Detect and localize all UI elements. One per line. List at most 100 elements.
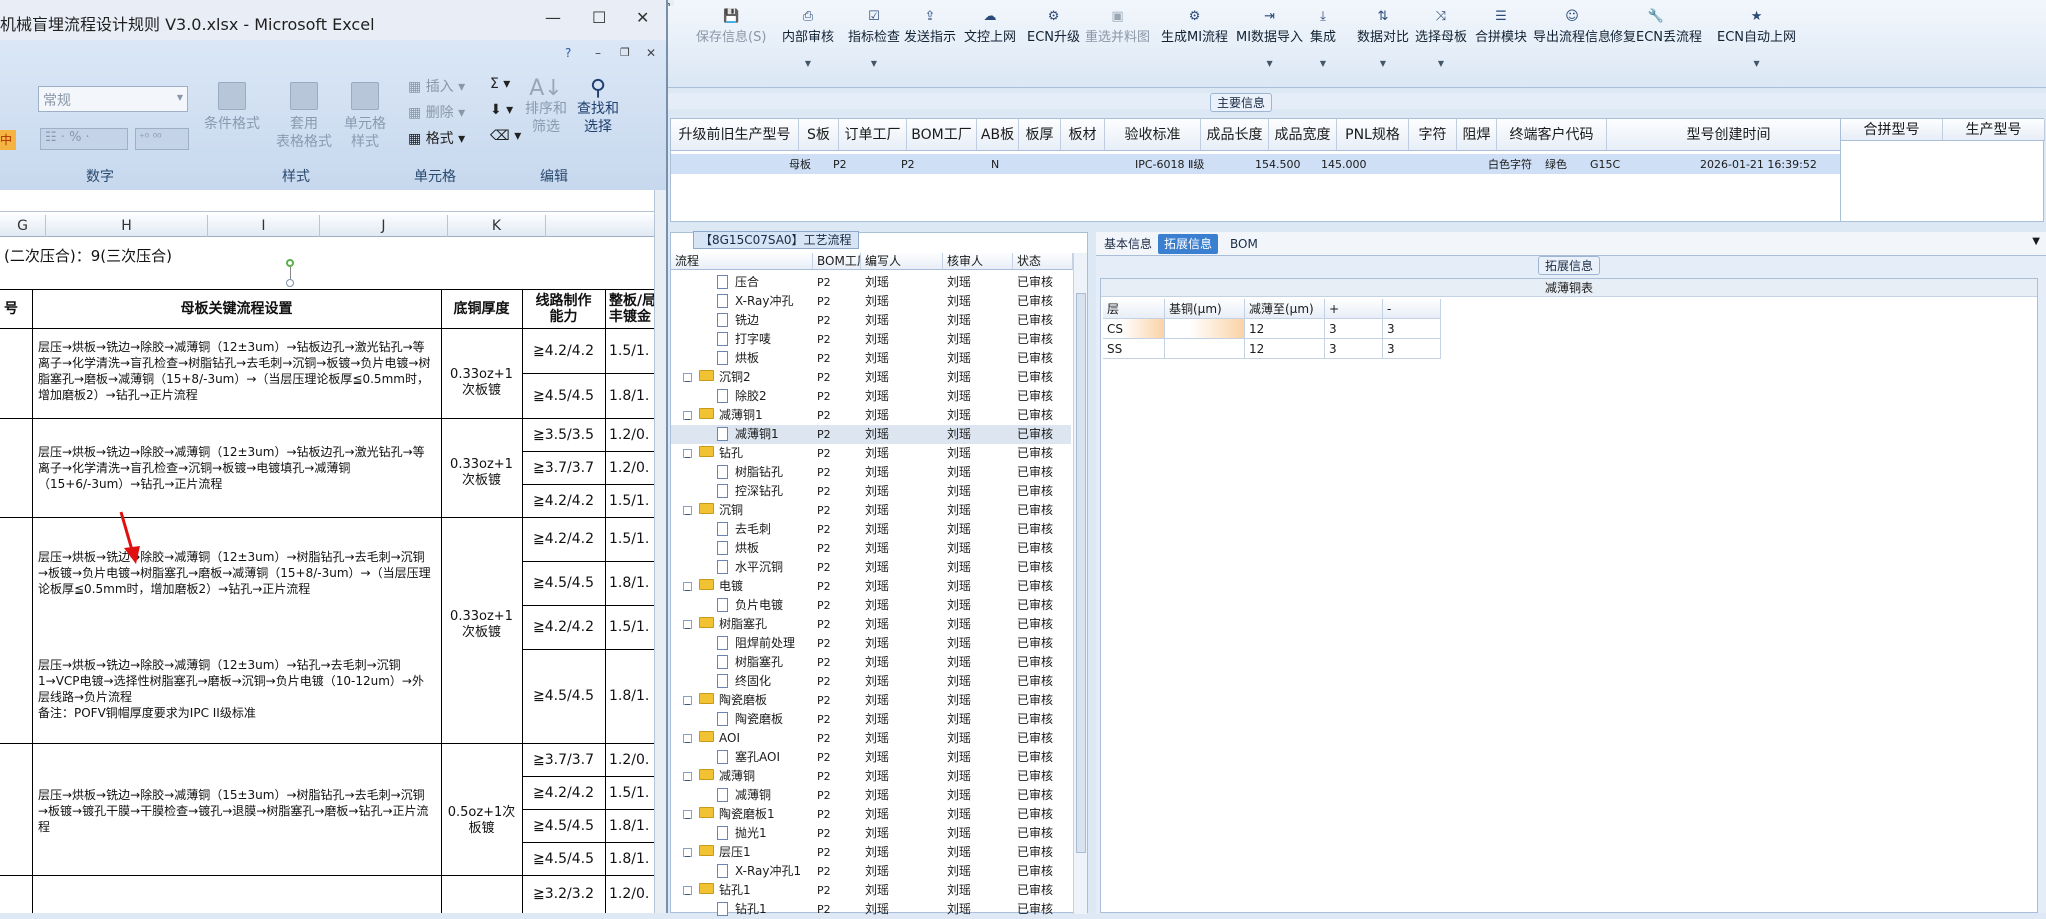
collapse-icon[interactable]: −	[683, 582, 692, 595]
main-col-header[interactable]: 验收标准	[1105, 119, 1201, 151]
tree-folder-row[interactable]: − 层压1 P2 刘瑶 刘瑶 已审核	[671, 843, 1071, 862]
tree-leaf-row[interactable]: X-Ray冲孔1 P2 刘瑶 刘瑶 已审核	[671, 862, 1071, 881]
format-button[interactable]: ▦ 格式 ▾	[408, 128, 465, 148]
process-tree-tab[interactable]: 【8G15C07SA0】工艺流程	[693, 231, 859, 249]
main-col-header[interactable]: AB板	[977, 119, 1019, 151]
tree-leaf-row[interactable]: 烘板 P2 刘瑶 刘瑶 已审核	[671, 539, 1071, 558]
tree-leaf-row[interactable]: 水平沉铜 P2 刘瑶 刘瑶 已审核	[671, 558, 1071, 577]
align-center-button[interactable]: 中	[0, 130, 16, 150]
toolbar-button-4[interactable]: ☁ 文控上网	[964, 8, 1016, 45]
tree-scroll-thumb[interactable]	[1076, 293, 1086, 853]
toolbar-button-6[interactable]: ▣ 重选并料图	[1085, 8, 1150, 45]
thin-copper-cell[interactable]: 12	[1245, 339, 1325, 359]
collapse-icon[interactable]: −	[683, 373, 692, 386]
main-col-header[interactable]: 型号创建时间	[1607, 119, 1851, 151]
tree-leaf-row[interactable]: X-Ray冲孔 P2 刘瑶 刘瑶 已审核	[671, 292, 1071, 311]
main-info-grid[interactable]: 升级前旧生产型号 S板 订单工厂 BOM工厂 AB板 板厚 板材 验收标准 成品长度 成品宽度 PN…	[670, 118, 1851, 222]
tree-leaf-row[interactable]: 负片电镀 P2 刘瑶 刘瑶 已审核	[671, 596, 1071, 615]
tree-folder-row[interactable]: − 电镀 P2 刘瑶 刘瑶 已审核	[671, 577, 1071, 596]
tree-leaf-row[interactable]: 减薄铜 P2 刘瑶 刘瑶 已审核	[671, 786, 1071, 805]
toolbar-button-1[interactable]: ⎙ 内部审核 ▼	[782, 8, 834, 68]
excel-vertical-scrollbar[interactable]	[654, 190, 666, 913]
tree-leaf-row[interactable]: 塞孔AOI P2 刘瑶 刘瑶 已审核	[671, 748, 1071, 767]
thin-copper-cell[interactable]	[1165, 319, 1245, 339]
merge-col-header[interactable]: 生产型号	[1943, 119, 2045, 141]
ribbon-restore-icon[interactable]: ❐	[620, 46, 630, 59]
tree-col-header[interactable]: 状态	[1013, 253, 1073, 270]
collapse-icon[interactable]: −	[683, 506, 692, 519]
ribbon-close-icon[interactable]: ✕	[646, 46, 656, 60]
tree-leaf-row[interactable]: 阻焊前处理 P2 刘瑶 刘瑶 已审核	[671, 634, 1071, 653]
tree-leaf-row[interactable]: 树脂钻孔 P2 刘瑶 刘瑶 已审核	[671, 463, 1071, 482]
main-col-header[interactable]: S板	[799, 119, 839, 151]
thin-copper-col-header[interactable]: -	[1383, 299, 1441, 319]
tree-leaf-row[interactable]: 抛光1 P2 刘瑶 刘瑶 已审核	[671, 824, 1071, 843]
toolbar-button-14[interactable]: 🔧 修复ECN丢流程	[1610, 8, 1702, 45]
toolbar-button-0[interactable]: 💾 保存信息(S)	[696, 8, 766, 45]
tree-leaf-row[interactable]: 减薄铜1 P2 刘瑶 刘瑶 已审核	[671, 425, 1071, 444]
thin-copper-cell[interactable]	[1165, 339, 1245, 359]
tree-leaf-row[interactable]: 树脂塞孔 P2 刘瑶 刘瑶 已审核	[671, 653, 1071, 672]
tree-folder-row[interactable]: − 钻孔1 P2 刘瑶 刘瑶 已审核	[671, 881, 1071, 900]
collapse-icon[interactable]: −	[683, 848, 692, 861]
thin-copper-col-header[interactable]: 减薄至(μm)	[1245, 299, 1325, 319]
thin-copper-cell[interactable]: SS	[1103, 339, 1165, 359]
thin-copper-cell[interactable]: CS	[1103, 319, 1165, 339]
decimal-buttons[interactable]: ⁺⁰ ⁰⁰	[135, 128, 189, 150]
tree-folder-row[interactable]: − 陶瓷磨板1 P2 刘瑶 刘瑶 已审核	[671, 805, 1071, 824]
tree-folder-row[interactable]: − 沉铜2 P2 刘瑶 刘瑶 已审核	[671, 368, 1071, 387]
collapse-icon[interactable]: −	[683, 810, 692, 823]
thin-copper-cell[interactable]: 3	[1325, 319, 1383, 339]
tree-leaf-row[interactable]: 终固化 P2 刘瑶 刘瑶 已审核	[671, 672, 1071, 691]
tree-folder-row[interactable]: − 减薄铜1 P2 刘瑶 刘瑶 已审核	[671, 406, 1071, 425]
main-col-header[interactable]: 订单工厂	[839, 119, 907, 151]
conditional-format-button[interactable]: 条件格式	[198, 82, 266, 133]
shape-resize-handle[interactable]	[286, 279, 294, 287]
tree-folder-row[interactable]: − 陶瓷磨板 P2 刘瑶 刘瑶 已审核	[671, 691, 1071, 710]
autosum-button[interactable]: Σ ▾	[490, 76, 510, 92]
column-header-K[interactable]: K	[448, 215, 546, 237]
column-header-H[interactable]: H	[46, 215, 208, 237]
maximize-icon[interactable]: ☐	[592, 8, 606, 27]
toolbar-button-13[interactable]: ☺ 导出流程信息	[1533, 8, 1611, 45]
main-col-header[interactable]: 成品长度	[1201, 119, 1269, 151]
column-header-J[interactable]: J	[320, 215, 448, 237]
column-header-I[interactable]: I	[208, 215, 320, 237]
tree-col-header[interactable]: 流程	[671, 253, 813, 270]
main-col-header[interactable]: PNL规格	[1337, 119, 1409, 151]
main-col-header[interactable]: 成品宽度	[1269, 119, 1337, 151]
thin-copper-col-header[interactable]: 基铜(μm)	[1165, 299, 1245, 319]
number-format-select[interactable]: 常规 ▼	[38, 86, 188, 112]
find-select-button[interactable]: ⚲ 查找和 选择	[572, 78, 624, 136]
tree-scrollbar[interactable]	[1073, 253, 1087, 914]
main-col-header[interactable]: 字符	[1409, 119, 1457, 151]
tree-col-header[interactable]: 核审人	[943, 253, 1013, 270]
tree-col-header[interactable]: BOM工厂	[813, 253, 861, 270]
tree-folder-row[interactable]: − 减薄铜 P2 刘瑶 刘瑶 已审核	[671, 767, 1071, 786]
detail-tab-1[interactable]: 拓展信息	[1158, 234, 1219, 254]
collapse-icon[interactable]: −	[683, 449, 692, 462]
insert-button[interactable]: ▦ 插入 ▾	[408, 76, 465, 96]
tree-folder-row[interactable]: − 钻孔 P2 刘瑶 刘瑶 已审核	[671, 444, 1071, 463]
thin-copper-cell[interactable]: 3	[1383, 339, 1441, 359]
toolbar-button-12[interactable]: ☰ 合拼模块	[1475, 8, 1527, 45]
detail-tab-2[interactable]: BOM	[1224, 234, 1264, 254]
percent-button[interactable]: ☷ · % ·	[40, 128, 128, 150]
cell-style-button[interactable]: 单元格 样式	[334, 82, 396, 151]
tree-leaf-row[interactable]: 控深钻孔 P2 刘瑶 刘瑶 已审核	[671, 482, 1071, 501]
shape-rotate-handle-icon[interactable]	[286, 259, 294, 267]
toolbar-button-10[interactable]: ⇅ 数据对比 ▼	[1357, 8, 1409, 68]
main-col-header[interactable]: 板厚	[1019, 119, 1061, 151]
panel-collapse-icon[interactable]: ▼	[2032, 236, 2040, 247]
toolbar-button-7[interactable]: ⚙ 生成MI流程	[1161, 8, 1228, 45]
tree-leaf-row[interactable]: 压合 P2 刘瑶 刘瑶 已审核	[671, 273, 1071, 292]
detail-tab-0[interactable]: 基本信息	[1098, 234, 1158, 254]
toolbar-button-2[interactable]: ☑ 指标检查 ▼	[848, 8, 900, 68]
help-icon[interactable]: ?	[565, 46, 571, 60]
column-header-G[interactable]: G	[0, 215, 46, 237]
tree-leaf-row[interactable]: 铣边 P2 刘瑶 刘瑶 已审核	[671, 311, 1071, 330]
ribbon-min-icon[interactable]: –	[595, 46, 601, 60]
merge-col-header[interactable]: 合拼型号	[1841, 119, 1943, 141]
toolbar-button-11[interactable]: ⤨ 选择母板 ▼	[1415, 8, 1467, 68]
thin-copper-cell[interactable]: 12	[1245, 319, 1325, 339]
